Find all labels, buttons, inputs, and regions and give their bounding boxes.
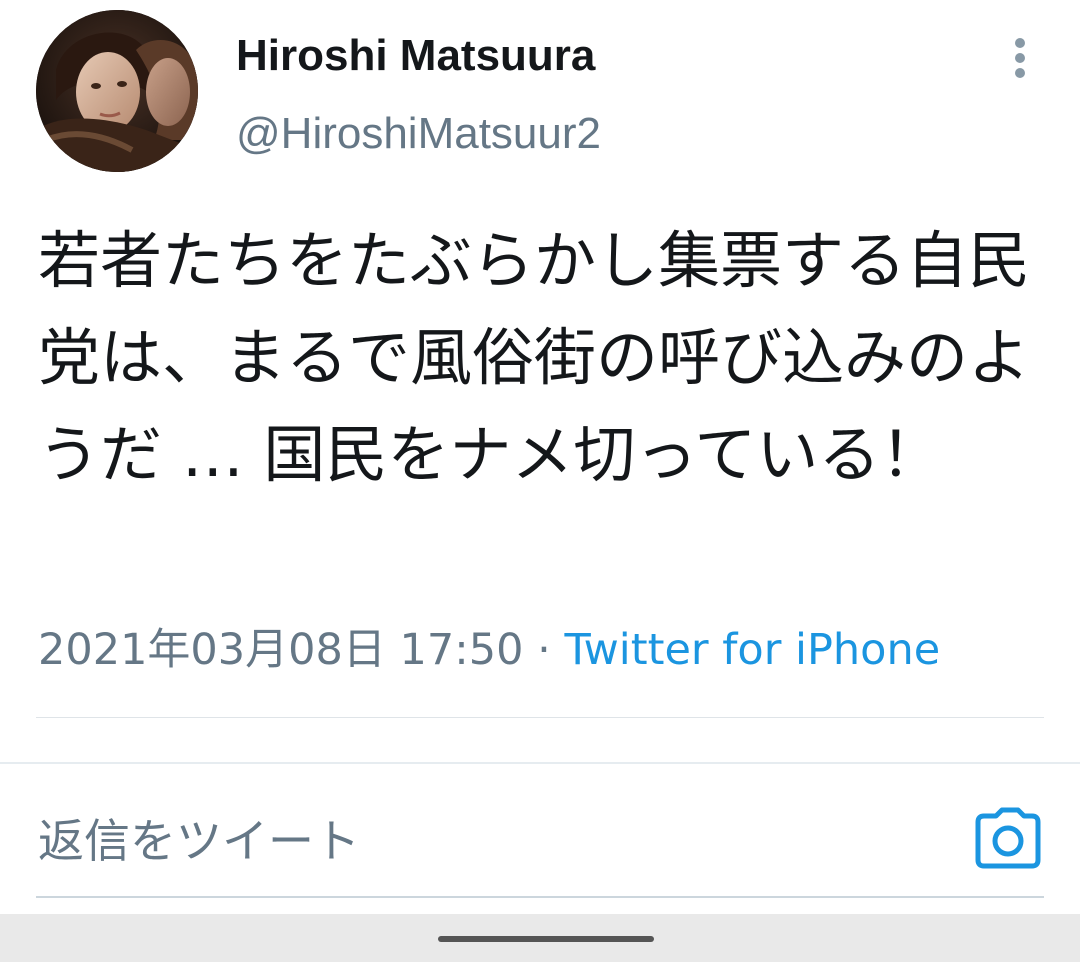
reply-input[interactable]: 返信をツイート: [38, 814, 360, 868]
more-vertical-icon[interactable]: [1000, 34, 1040, 80]
tweet-source-link[interactable]: Twitter for iPhone: [564, 625, 940, 675]
display-name[interactable]: Hiroshi Matsuura: [236, 30, 595, 82]
tweet-card: Hiroshi Matsuura @HiroshiMatsuur2 若者たちをた…: [0, 0, 1080, 760]
meta-separator: ·: [523, 625, 565, 675]
divider: [36, 717, 1044, 718]
tweet-text: 若者たちをたぶらかし集票する自民党は、まるで風俗街の呼び込みのようだ … 国民を…: [38, 224, 1031, 491]
user-handle[interactable]: @HiroshiMatsuur2: [236, 108, 601, 160]
system-nav-bar: [0, 914, 1080, 962]
reply-underline: [36, 896, 1044, 898]
tweet-timestamp[interactable]: 2021年03月08日 17:50: [38, 625, 523, 675]
avatar[interactable]: [36, 10, 198, 172]
home-indicator[interactable]: [438, 936, 654, 942]
reply-composer[interactable]: 返信をツイート: [0, 764, 1080, 914]
camera-icon[interactable]: [974, 806, 1042, 870]
tweet-meta: 2021年03月08日 17:50 · Twitter for iPhone: [38, 624, 940, 676]
